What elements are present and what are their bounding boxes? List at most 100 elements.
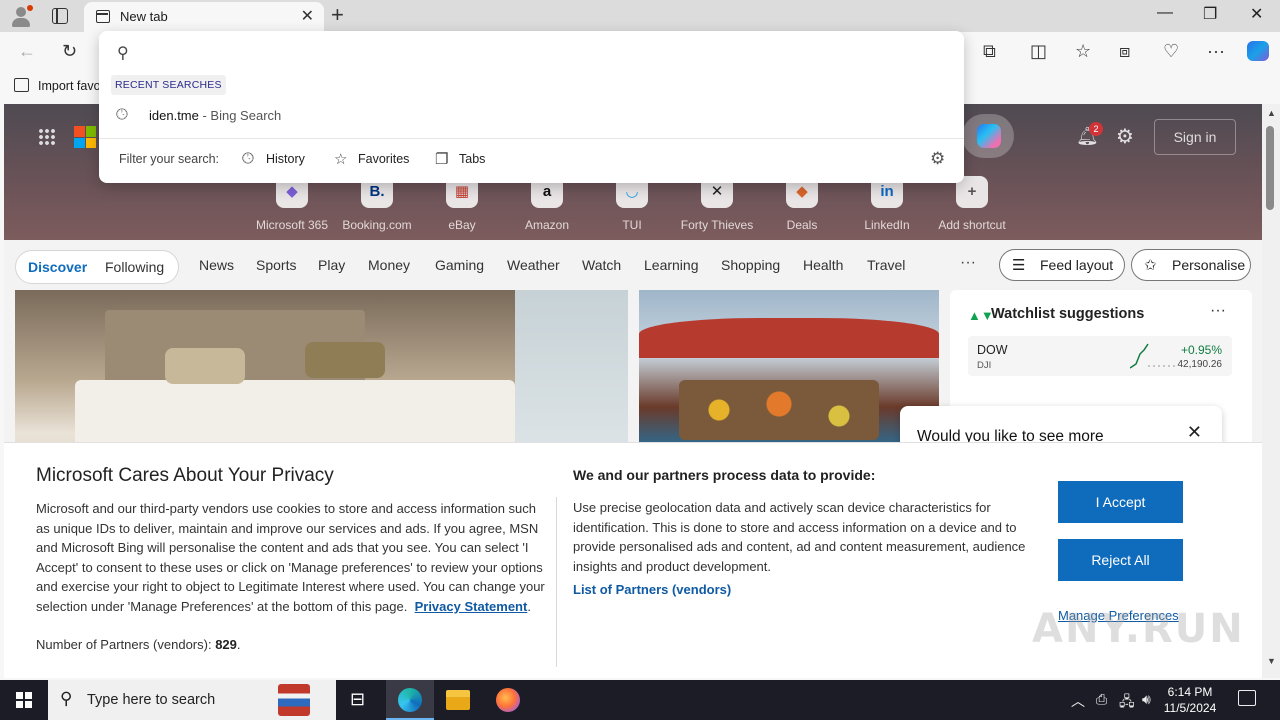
watermark-logo: ANY.RUN <box>1032 606 1245 652</box>
scroll-up-arrow-icon[interactable]: ▲ <box>1267 108 1276 118</box>
shortcut-label: Forty Thieves <box>680 218 754 232</box>
partners-list-link[interactable]: List of Partners (vendors) <box>573 582 731 597</box>
shortcut-deals[interactable]: ◆ Deals <box>762 176 842 232</box>
nav-item-shopping[interactable]: Shopping <box>721 257 780 273</box>
shortcut-add-shortcut[interactable]: + Add shortcut <box>932 176 1012 232</box>
favorites-icon[interactable]: ☆ <box>1075 41 1091 61</box>
shortcut-tui[interactable]: ◡ TUI <box>592 176 672 232</box>
taskbar-clock[interactable]: 6:14 PM 11/5/2024 <box>1160 684 1220 716</box>
search-icon: ⚲ <box>60 689 73 708</box>
nav-item-health[interactable]: Health <box>803 257 843 273</box>
microsoft-logo[interactable] <box>74 126 96 148</box>
page-scrollbar[interactable]: ▲ ▼ <box>1262 104 1280 678</box>
notification-badge: 2 <box>1089 122 1103 136</box>
shortcut-linkedin[interactable]: in LinkedIn <box>847 176 927 232</box>
shortcut-booking-com[interactable]: B. Booking.com <box>337 176 417 232</box>
start-button[interactable] <box>16 692 32 708</box>
history-clock-icon: 🕓︎ <box>116 106 128 123</box>
shortcut-label: Microsoft 365 <box>255 218 329 232</box>
filter-favorites-button[interactable]: ☆ Favorites <box>334 147 414 171</box>
privacy-statement-link[interactable]: Privacy Statement <box>415 599 528 614</box>
sliders-icon: ☰ <box>1012 257 1026 274</box>
tray-chevron-icon[interactable]: ︿ <box>1071 691 1085 711</box>
extensions-icon[interactable]: ⧉ <box>983 41 996 61</box>
filter-history-label: History <box>266 152 305 166</box>
stock-index: DJI <box>977 360 992 371</box>
split-screen-icon[interactable]: ◫ <box>1030 41 1047 61</box>
watchlist-title: Watchlist suggestions <box>991 306 1145 322</box>
scroll-down-arrow-icon[interactable]: ▼ <box>1267 656 1276 666</box>
tab-following[interactable]: Following <box>105 259 164 275</box>
nav-item-play[interactable]: Play <box>318 257 345 273</box>
file-explorer-icon[interactable] <box>434 680 482 720</box>
new-tab-button[interactable]: + <box>331 2 344 28</box>
edge-icon[interactable] <box>386 680 434 720</box>
collections-icon[interactable]: ⧈ <box>1119 41 1130 61</box>
tab-close-icon[interactable]: ✕ <box>301 6 314 26</box>
back-icon[interactable]: ← <box>18 41 36 61</box>
shortcut-amazon[interactable]: a Amazon <box>507 176 587 232</box>
performance-icon[interactable]: ♡ <box>1163 41 1179 61</box>
tab-new-tab[interactable]: New tab ✕ <box>84 2 324 32</box>
search-settings-gear-icon[interactable]: ⚙ <box>930 149 945 169</box>
feed-layout-button[interactable]: ☰ Feed layout <box>999 249 1125 281</box>
shortcut-label: Add shortcut <box>938 218 1006 232</box>
accept-button[interactable]: I Accept <box>1058 481 1183 523</box>
reject-all-button[interactable]: Reject All <box>1058 539 1183 581</box>
tab-actions-icon[interactable] <box>52 8 68 24</box>
recent-query: iden.tme <box>149 108 199 123</box>
shortcut-label: TUI <box>622 218 642 232</box>
nav-item-travel[interactable]: Travel <box>867 257 905 273</box>
settings-gear-icon[interactable]: ⚙ <box>1116 124 1134 149</box>
minimize-button[interactable]: — <box>1157 4 1173 22</box>
nav-more-icon[interactable]: ··· <box>960 254 976 272</box>
refresh-icon[interactable]: ↻ <box>62 41 77 61</box>
tab-discover[interactable]: Discover <box>28 259 87 275</box>
recent-search-item[interactable]: iden.tme - Bing Search <box>149 108 281 123</box>
nav-item-money[interactable]: Money <box>368 257 410 273</box>
title-bar: New tab ✕ + — ❐ ✕ <box>0 0 1280 32</box>
task-view-icon[interactable]: ⊟ <box>336 680 384 720</box>
profile-icon[interactable] <box>10 5 33 27</box>
shortcut-microsoft-365[interactable]: ◆ Microsoft 365 <box>252 176 332 232</box>
nav-item-learning[interactable]: Learning <box>644 257 699 273</box>
import-favorites-link[interactable]: Import favo <box>38 79 101 93</box>
action-center-icon[interactable] <box>1238 690 1256 706</box>
nav-item-watch[interactable]: Watch <box>582 257 621 273</box>
nav-item-gaming[interactable]: Gaming <box>435 257 484 273</box>
maximize-button[interactable]: ❐ <box>1203 4 1217 24</box>
filter-history-button[interactable]: 🕓︎ History <box>242 147 312 171</box>
address-input[interactable] <box>143 39 943 63</box>
shortcut-ebay[interactable]: ▦ eBay <box>422 176 502 232</box>
apps-launcher-icon[interactable] <box>38 128 56 146</box>
stock-row[interactable]: DOW DJI +0.95% 42,190.26 <box>968 336 1232 376</box>
network-icon[interactable]: 🖧︎ <box>1119 691 1135 715</box>
volume-icon[interactable]: 🔊︎ <box>1142 691 1151 708</box>
dropdown-divider <box>99 138 964 139</box>
copilot-icon[interactable] <box>1247 41 1269 61</box>
shortcut-label: eBay <box>448 218 476 232</box>
feed-toggle: Discover Following <box>15 250 179 284</box>
stock-symbol: DOW <box>977 343 1008 357</box>
filter-tabs-button[interactable]: ❐ Tabs <box>435 147 495 171</box>
scroll-thumb[interactable] <box>1266 126 1274 210</box>
personalise-button[interactable]: ✩ Personalise <box>1131 249 1251 281</box>
more-icon[interactable]: ··· <box>1207 41 1225 61</box>
stocks-icon: ▲▼ <box>968 308 994 323</box>
close-window-button[interactable]: ✕ <box>1250 4 1263 24</box>
sparkle-star-icon: ✩ <box>1144 257 1157 274</box>
popup-close-icon[interactable]: ✕ <box>1187 422 1202 443</box>
shortcut-label: Amazon <box>524 218 570 232</box>
nav-item-news[interactable]: News <box>199 257 234 273</box>
watchlist-more-icon[interactable]: ··· <box>1210 302 1226 320</box>
copilot-button[interactable] <box>962 114 1014 158</box>
firefox-icon[interactable] <box>484 680 532 720</box>
nav-item-weather[interactable]: Weather <box>507 257 560 273</box>
search-highlight-icon <box>278 684 310 716</box>
taskbar-search[interactable]: ⚲ Type here to search <box>48 680 336 720</box>
sign-in-button[interactable]: Sign in <box>1154 119 1236 155</box>
recent-source: - Bing Search <box>198 108 282 123</box>
shortcut-forty-thieves[interactable]: ✕ Forty Thieves <box>677 176 757 232</box>
nav-item-sports[interactable]: Sports <box>256 257 296 273</box>
tray-device-icon[interactable]: ⎙ <box>1096 691 1107 708</box>
